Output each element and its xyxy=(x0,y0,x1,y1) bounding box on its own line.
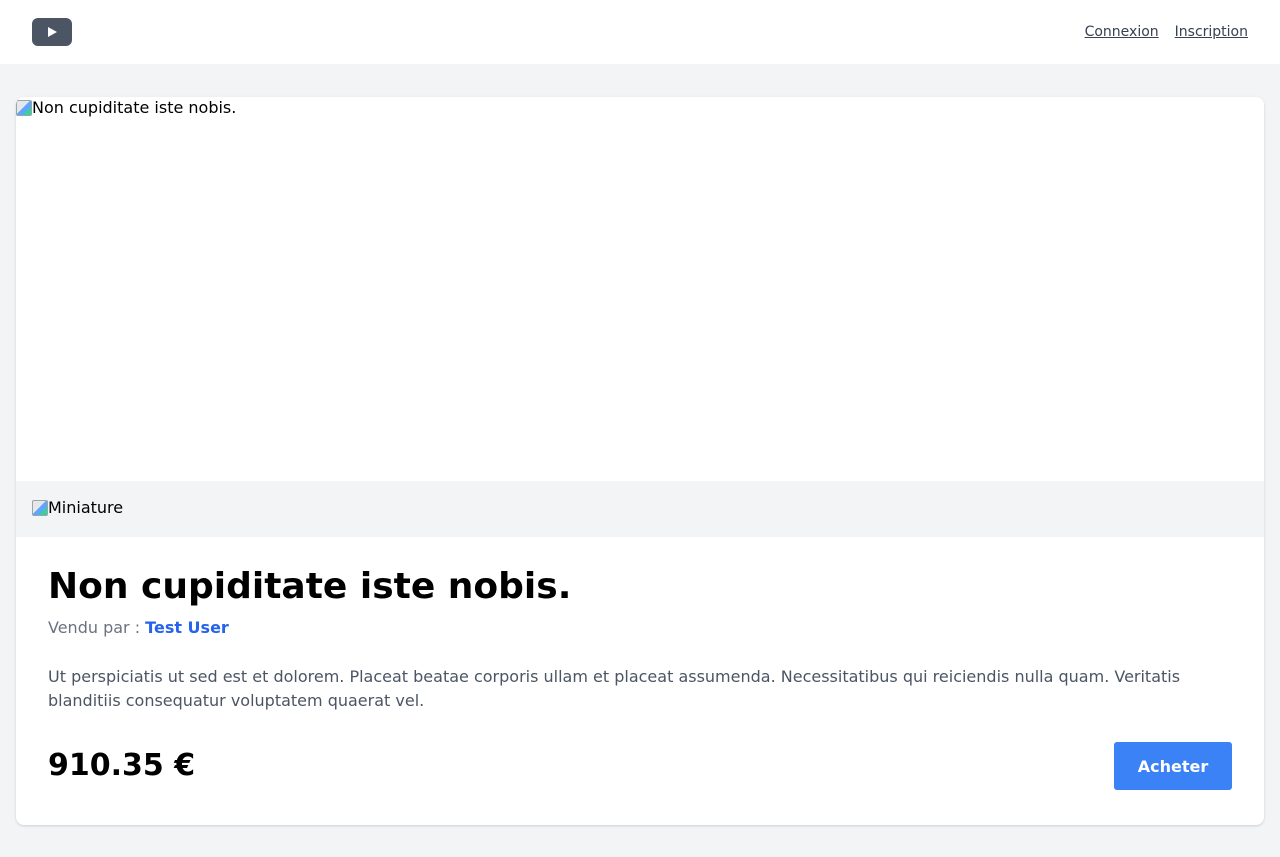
product-title: Non cupiditate iste nobis. xyxy=(48,566,572,607)
thumbnail-strip: Miniature xyxy=(16,481,1264,537)
register-link[interactable]: Inscription xyxy=(1175,24,1248,40)
thumbnail-alt: Miniature xyxy=(48,498,124,517)
thumbnail[interactable]: Miniature xyxy=(32,498,123,518)
logo-button[interactable] xyxy=(32,18,72,46)
login-link[interactable]: Connexion xyxy=(1085,24,1159,40)
play-icon xyxy=(48,27,57,37)
broken-image-icon xyxy=(16,100,32,116)
product-price: 910.35 € xyxy=(48,748,196,783)
product-card: Non cupiditate iste nobis. Miniature Non… xyxy=(16,97,1264,825)
broken-image-icon xyxy=(32,500,48,516)
product-description: Ut perspiciatis ut sed est et dolorem. P… xyxy=(48,667,1181,710)
seller-link[interactable]: Test User xyxy=(145,618,229,637)
top-navbar: Connexion Inscription xyxy=(0,0,1280,64)
buy-button[interactable]: Acheter xyxy=(1114,742,1232,790)
seller-label: Vendu par : xyxy=(48,618,146,637)
product-image-alt: Non cupiditate iste nobis. xyxy=(32,98,237,117)
auth-nav: Connexion Inscription xyxy=(1085,24,1248,40)
seller-line: Vendu par : Test User xyxy=(48,617,229,639)
product-image-broken: Non cupiditate iste nobis. xyxy=(16,98,236,118)
product-main-image: Non cupiditate iste nobis. xyxy=(16,97,1264,481)
